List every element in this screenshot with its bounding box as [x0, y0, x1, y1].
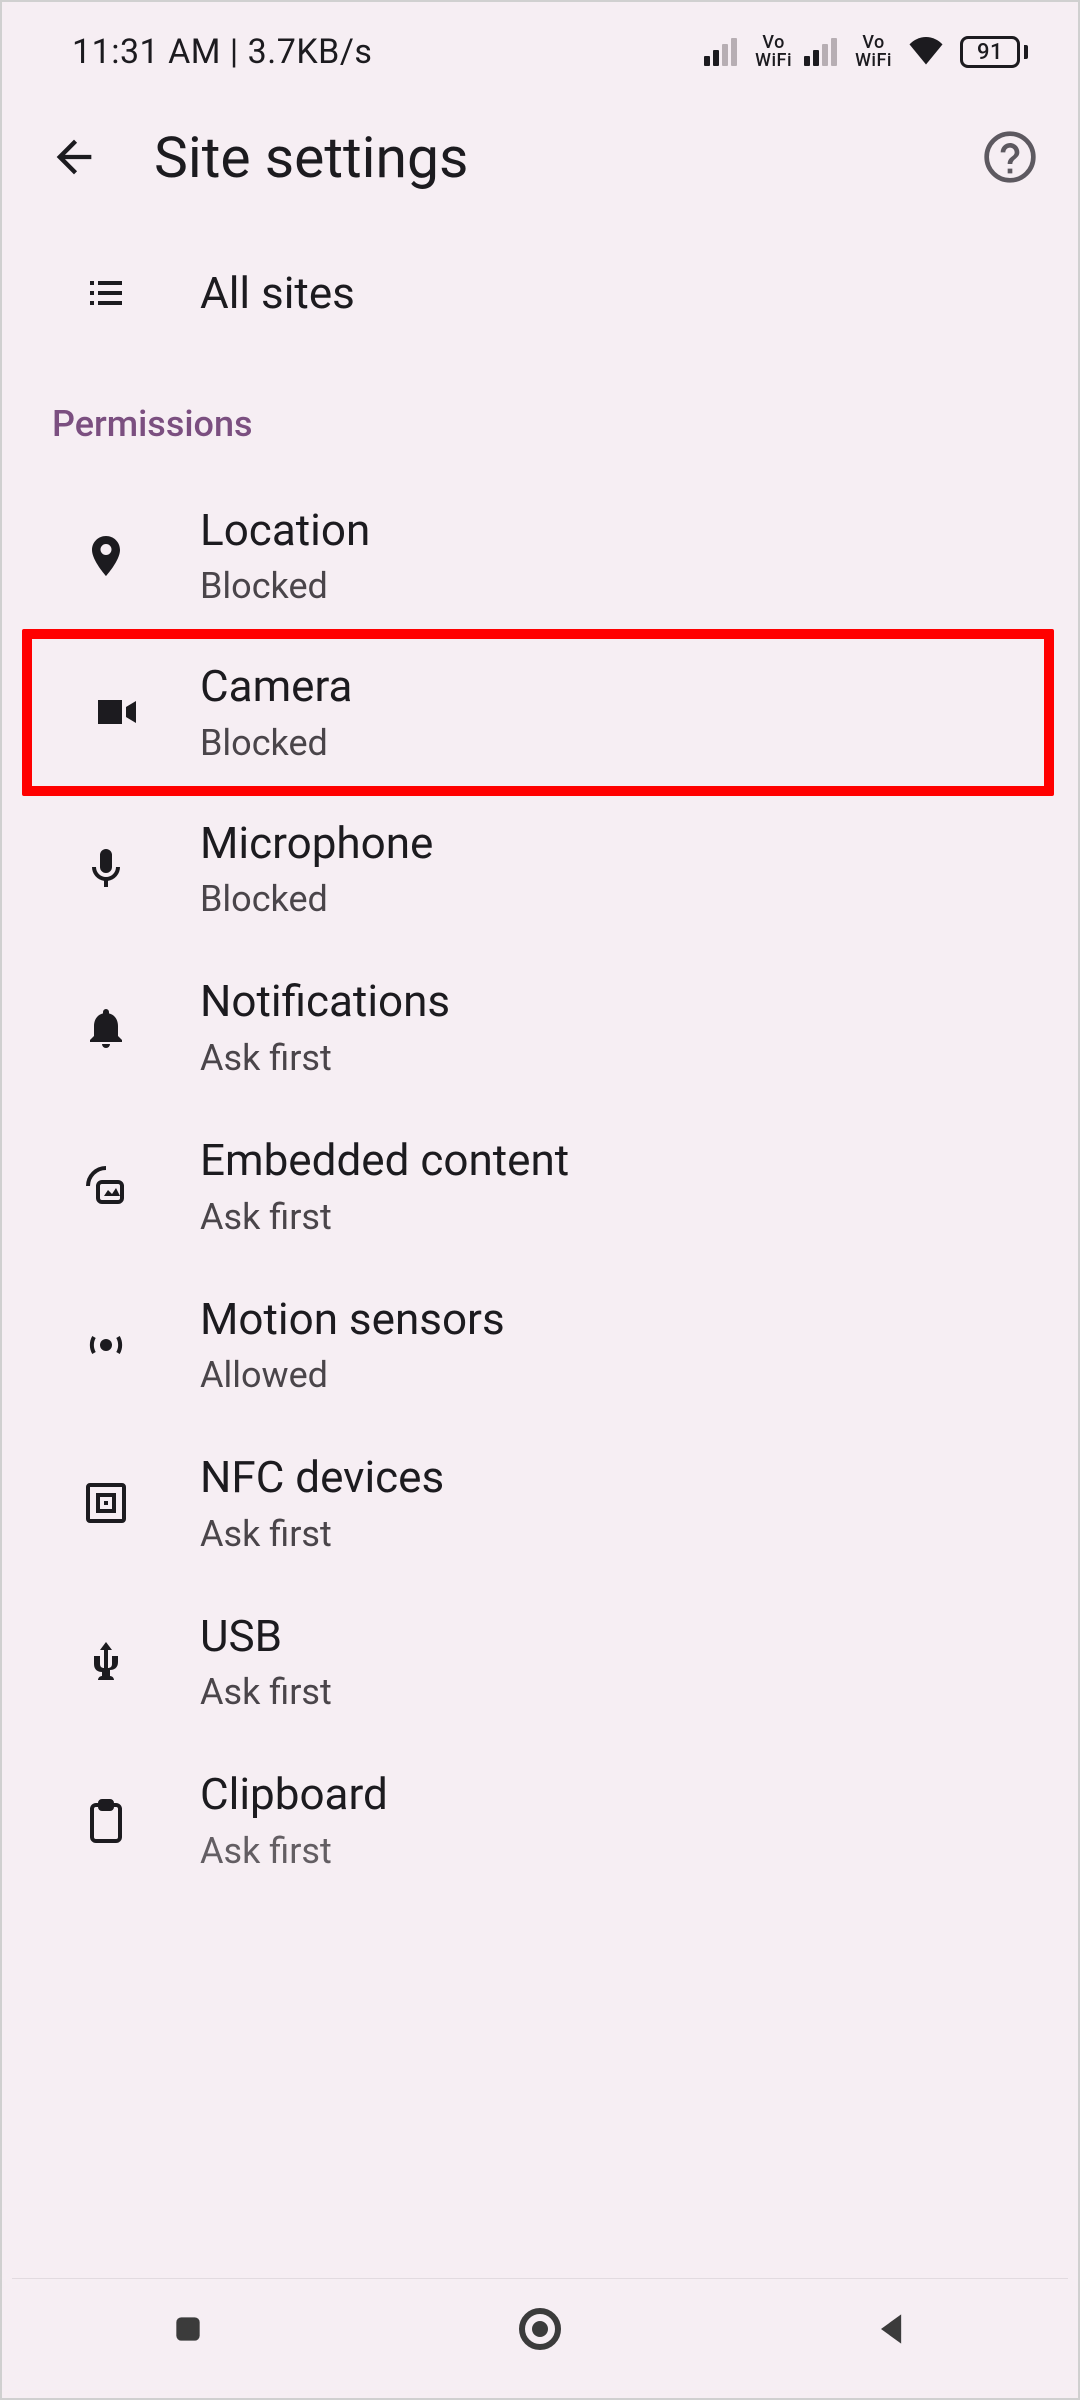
clipboard-title: Clipboard [200, 1769, 388, 1820]
signal-1-icon [704, 38, 741, 66]
microphone-icon [82, 845, 130, 893]
wifi-icon [904, 26, 948, 79]
help-button[interactable] [982, 129, 1038, 185]
usb-title: USB [200, 1611, 332, 1662]
embedded-sub: Ask first [200, 1196, 569, 1238]
nav-back-button[interactable] [852, 2289, 932, 2369]
app-header: Site settings [12, 92, 1068, 222]
camera-sub: Blocked [200, 722, 352, 764]
usb-icon [82, 1638, 130, 1686]
battery-level: 91 [977, 40, 1003, 65]
bell-icon [82, 1004, 130, 1052]
page-title: Site settings [154, 124, 468, 191]
settings-list: All sites Permissions Location Blocked C… [12, 222, 1068, 2388]
system-navbar [12, 2278, 1068, 2378]
circle-icon [516, 2305, 564, 2353]
section-header: Permissions [12, 355, 1068, 477]
permission-embedded-content[interactable]: Embedded content Ask first [12, 1107, 1068, 1266]
camera-icon [92, 688, 140, 736]
list-icon [82, 269, 130, 317]
embedded-icon [82, 1162, 130, 1210]
netspeed-text: 3.7KB/s [248, 32, 373, 72]
arrow-left-icon [48, 131, 100, 183]
permission-usb[interactable]: USB Ask first [12, 1583, 1068, 1742]
nfc-icon [82, 1479, 130, 1527]
back-button[interactable] [48, 131, 100, 183]
notifications-sub: Ask first [200, 1037, 450, 1079]
location-icon [82, 532, 130, 580]
motion-icon [82, 1321, 130, 1369]
permission-camera[interactable]: Camera Blocked [22, 629, 1054, 796]
nav-home-button[interactable] [500, 2289, 580, 2369]
embedded-title: Embedded content [200, 1135, 569, 1186]
permission-nfc-devices[interactable]: NFC devices Ask first [12, 1424, 1068, 1583]
camera-title: Camera [200, 661, 352, 712]
clock-text: 11:31 AM [72, 32, 221, 72]
section-title: Permissions [52, 403, 1028, 445]
motion-sub: Allowed [200, 1354, 505, 1396]
phone-frame: 11:31 AM | 3.7KB/s VoWiFi VoWiFi 91 [0, 0, 1080, 2400]
nfc-sub: Ask first [200, 1513, 444, 1555]
signal-2-icon [804, 38, 841, 66]
clipboard-icon [82, 1797, 130, 1845]
usb-sub: Ask first [200, 1671, 332, 1713]
battery-icon: 91 [960, 36, 1028, 68]
all-sites-label: All sites [200, 268, 355, 319]
clipboard-sub: Ask first [200, 1830, 388, 1872]
microphone-sub: Blocked [200, 878, 433, 920]
location-sub: Blocked [200, 565, 370, 607]
status-time: 11:31 AM | 3.7KB/s [72, 32, 372, 72]
location-title: Location [200, 505, 370, 556]
nav-recents-button[interactable] [148, 2289, 228, 2369]
permission-motion-sensors[interactable]: Motion sensors Allowed [12, 1266, 1068, 1425]
screen: 11:31 AM | 3.7KB/s VoWiFi VoWiFi 91 [12, 12, 1068, 2388]
permission-clipboard[interactable]: Clipboard Ask first [12, 1741, 1068, 1872]
permission-location[interactable]: Location Blocked [12, 477, 1068, 636]
help-icon [982, 129, 1038, 185]
microphone-title: Microphone [200, 818, 433, 869]
nfc-title: NFC devices [200, 1452, 444, 1503]
vowifi-2-label: VoWiFi [855, 34, 892, 70]
all-sites-row[interactable]: All sites [12, 232, 1068, 355]
status-bar: 11:31 AM | 3.7KB/s VoWiFi VoWiFi 91 [12, 12, 1068, 92]
vowifi-1-label: VoWiFi [755, 34, 792, 70]
status-right: VoWiFi VoWiFi 91 [704, 26, 1028, 79]
square-icon [168, 2309, 208, 2349]
permission-notifications[interactable]: Notifications Ask first [12, 948, 1068, 1107]
triangle-left-icon [870, 2307, 914, 2351]
notifications-title: Notifications [200, 976, 450, 1027]
motion-title: Motion sensors [200, 1294, 505, 1345]
permission-microphone[interactable]: Microphone Blocked [12, 790, 1068, 949]
